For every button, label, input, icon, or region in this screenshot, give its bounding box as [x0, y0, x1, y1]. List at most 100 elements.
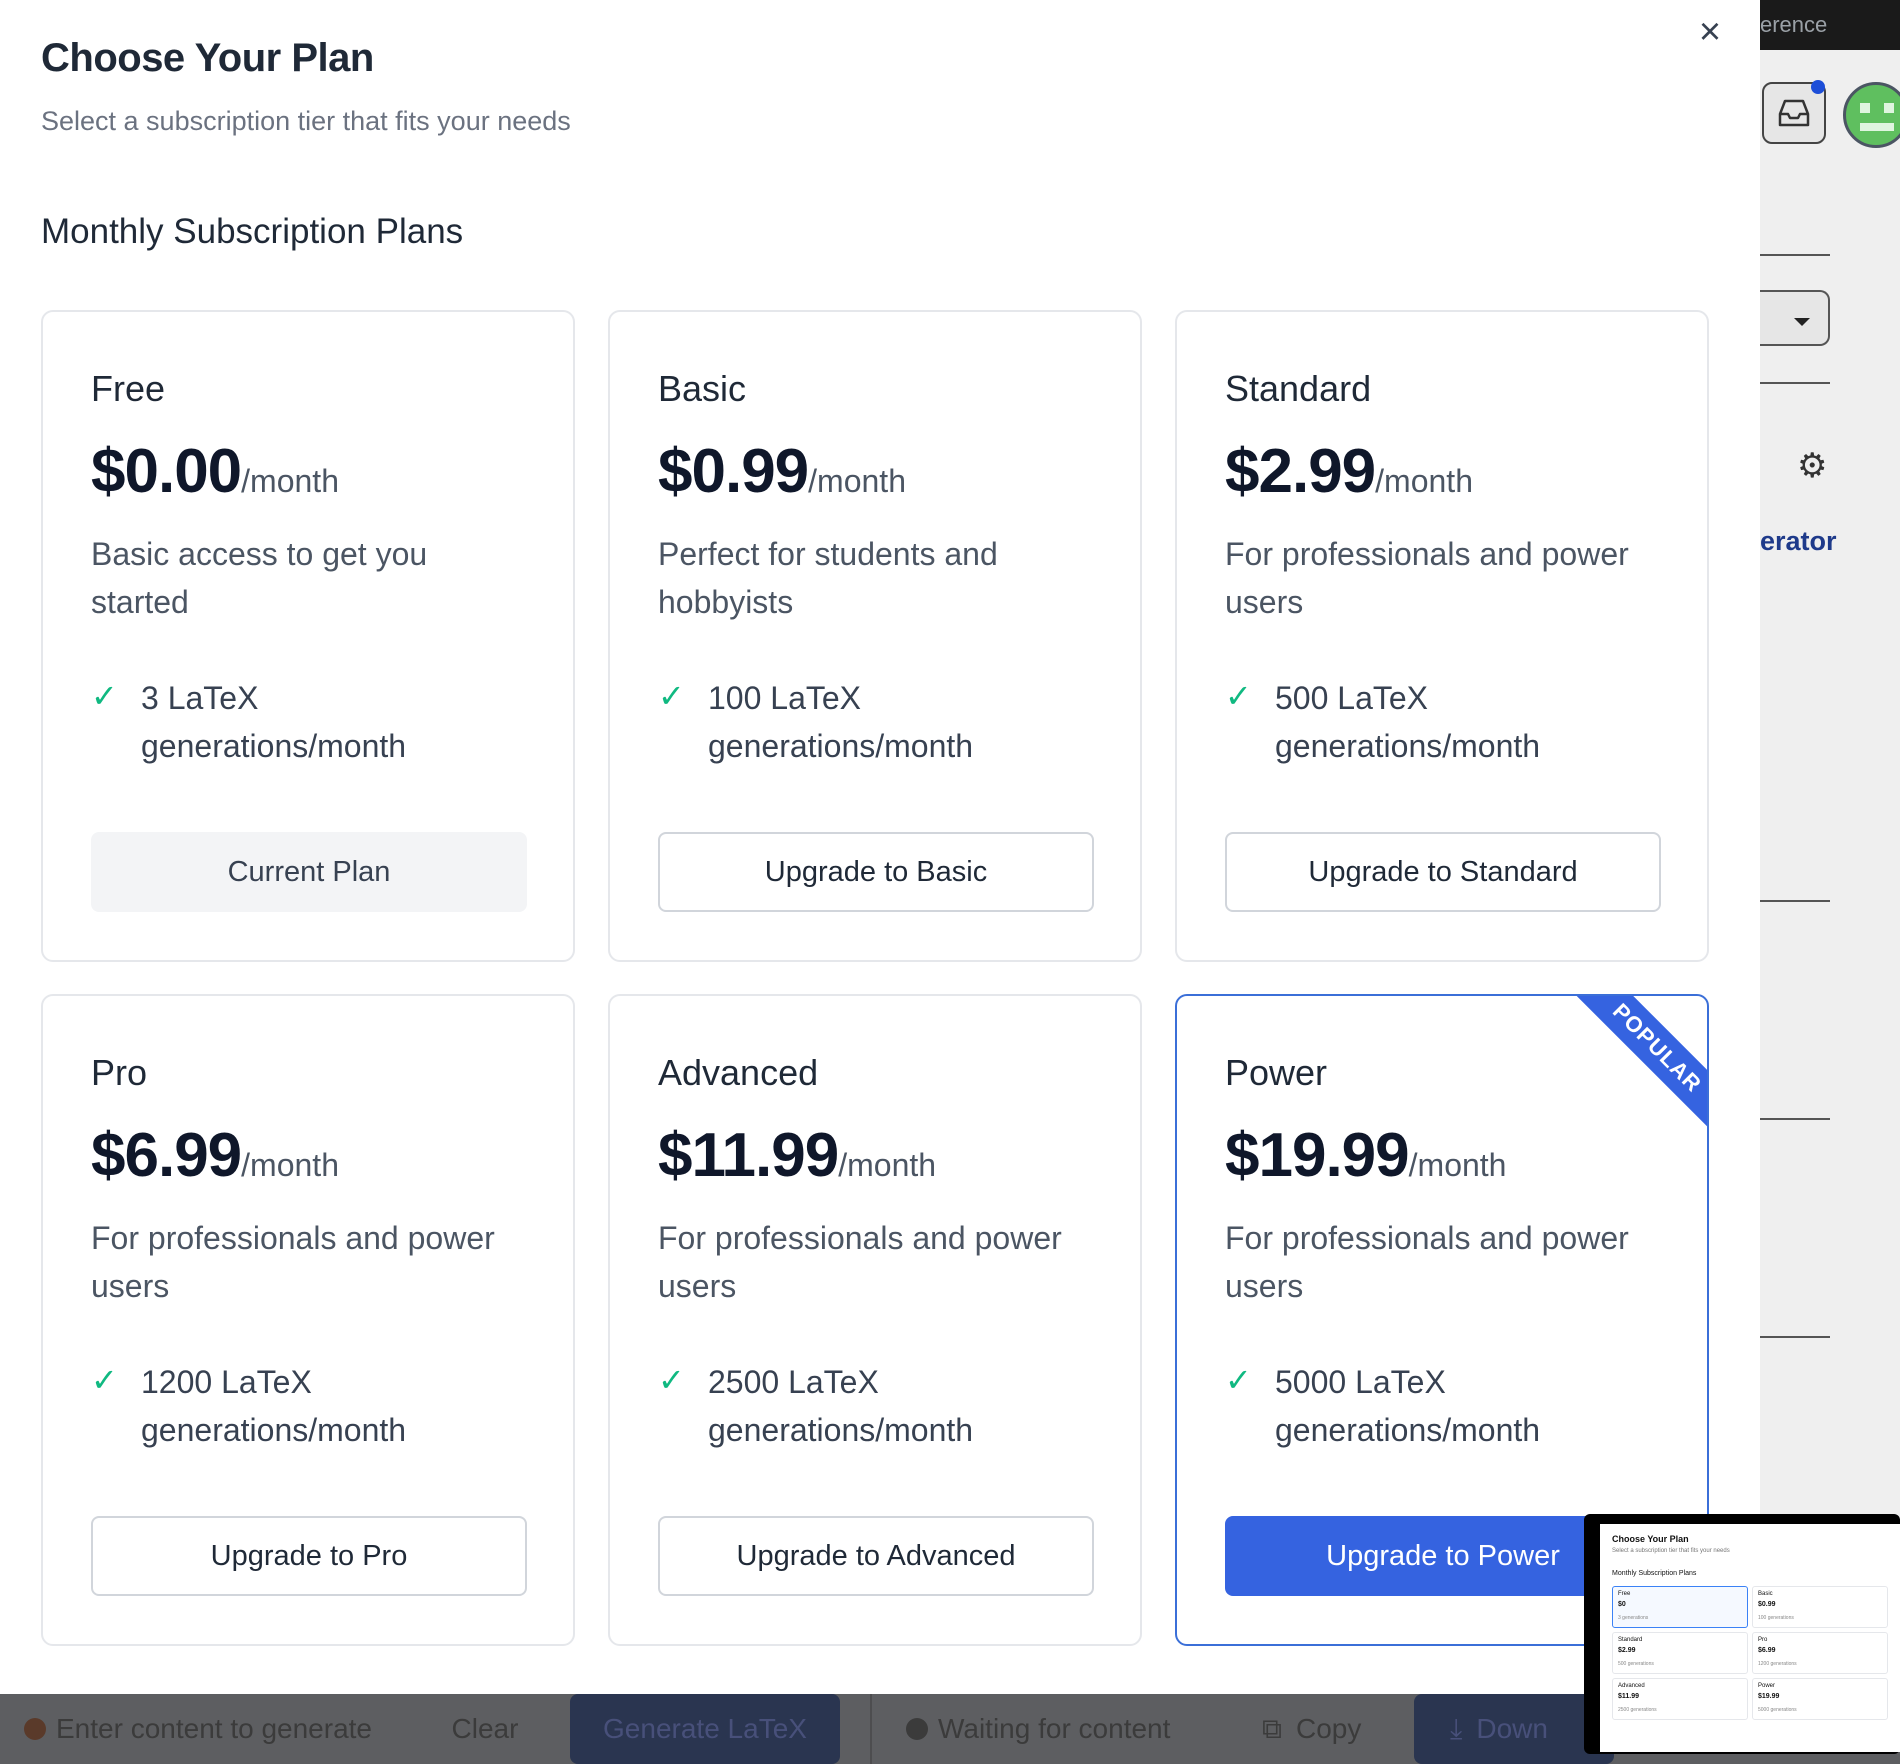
plan-description: Basic access to get you started — [91, 536, 428, 620]
status-output-row: Waiting for content — [906, 1694, 1170, 1764]
thumbnail-card-price: $0 — [1618, 1601, 1626, 1608]
divider — [1760, 900, 1830, 902]
thumbnail-section: Monthly Subscription Plans — [1612, 1570, 1697, 1577]
thumbnail-card: Free $0 3 generations — [1612, 1586, 1748, 1628]
plan-card-advanced: Advanced $11.99/month For professionals … — [608, 994, 1142, 1646]
thumbnail-card-name: Advanced — [1618, 1683, 1645, 1689]
upgrade-basic-button[interactable]: Upgrade to Basic — [658, 832, 1094, 912]
price-amount: $2.99 — [1225, 437, 1376, 506]
price-amount: $19.99 — [1225, 1121, 1410, 1190]
dropdown-toggle[interactable] — [1760, 290, 1830, 346]
thumbnail-card-gens: 5000 generations — [1758, 1707, 1797, 1713]
divider — [1760, 1118, 1830, 1120]
upgrade-standard-button[interactable]: Upgrade to Standard — [1225, 832, 1661, 912]
thumbnail-card-gens: 100 generations — [1758, 1615, 1794, 1621]
status-dot-icon — [906, 1718, 928, 1740]
plan-price: $0.00/month — [91, 436, 339, 507]
check-icon: ✓ — [91, 678, 118, 714]
close-icon[interactable]: × — [1692, 13, 1728, 51]
divider — [1760, 254, 1830, 256]
feature-text: 100 LaTeX generations/month — [708, 680, 974, 764]
plan-card-standard: Standard $2.99/month For professionals a… — [1175, 310, 1709, 962]
price-period: /month — [1375, 463, 1473, 499]
plan-name: Advanced — [658, 1052, 819, 1093]
plan-card-basic: Basic $0.99/month Perfect for students a… — [608, 310, 1142, 962]
thumbnail-card-name: Standard — [1618, 1637, 1643, 1643]
price-period: /month — [1408, 1147, 1507, 1183]
plan-feature: ✓ 5000 LaTeX generations/month — [1225, 1358, 1655, 1454]
price-amount: $0.00 — [91, 437, 242, 506]
copy-icon: ⧉ — [1262, 1712, 1282, 1744]
plan-feature: ✓ 3 LaTeX generations/month — [91, 674, 521, 770]
thumbnail-card-gens: 1200 generations — [1758, 1661, 1797, 1667]
download-icon: ⤓ — [1450, 1712, 1463, 1744]
plan-feature: ✓ 2500 LaTeX generations/month — [658, 1358, 1088, 1454]
check-icon: ✓ — [658, 678, 685, 714]
feature-text: 1200 LaTeX generations/month — [141, 1364, 407, 1448]
thumbnail-title: Choose Your Plan — [1612, 1534, 1689, 1544]
check-icon: ✓ — [1225, 1362, 1252, 1398]
plan-card-pro: Pro $6.99/month For professionals and po… — [41, 994, 575, 1646]
price-amount: $0.99 — [658, 437, 809, 506]
avatar[interactable] — [1843, 82, 1900, 148]
modal-title: Choose Your Plan — [41, 36, 374, 80]
status-input-row: Enter content to generate — [24, 1694, 372, 1764]
gear-icon[interactable]: ⚙ — [1797, 446, 1827, 486]
thumbnail-card-name: Basic — [1758, 1591, 1773, 1597]
thumbnail-card-name: Power — [1758, 1683, 1776, 1689]
price-period: /month — [838, 1147, 937, 1183]
thumbnail-card-price: $19.99 — [1758, 1693, 1780, 1700]
price-period: /month — [241, 463, 339, 499]
plan-feature: ✓ 1200 LaTeX generations/month — [91, 1358, 521, 1454]
thumbnail-card-gens: 2500 generations — [1618, 1707, 1657, 1713]
divider — [870, 1694, 872, 1764]
feature-text: 5000 LaTeX generations/month — [1275, 1364, 1541, 1448]
plan-name: Power — [1225, 1052, 1328, 1093]
thumbnail-card-name: Free — [1618, 1591, 1631, 1597]
plan-name: Basic — [658, 368, 747, 409]
check-icon: ✓ — [91, 1362, 118, 1398]
thumbnail-card-price: $2.99 — [1618, 1647, 1636, 1654]
background-topbar-text: erence — [1760, 12, 1828, 37]
thumbnail-subtitle: Select a subscription tier that fits you… — [1612, 1548, 1730, 1554]
status-dot-icon — [24, 1718, 46, 1740]
thumbnail-card: Standard $2.99 500 generations — [1612, 1632, 1748, 1674]
background-topbar: erence — [1760, 0, 1900, 50]
popular-badge: POPULAR — [1558, 996, 1707, 1147]
download-button-label: Down — [1476, 1713, 1548, 1744]
notification-dot — [1811, 80, 1825, 94]
price-amount: $6.99 — [91, 1121, 242, 1190]
divider — [1760, 1336, 1830, 1338]
plan-description: For professionals and power users — [1225, 1220, 1629, 1304]
plan-price: $6.99/month — [91, 1120, 339, 1191]
feature-text: 3 LaTeX generations/month — [141, 680, 407, 764]
choose-plan-modal: × Choose Your Plan Select a subscription… — [0, 0, 1760, 1694]
plan-price: $2.99/month — [1225, 436, 1473, 507]
thumbnail-card-gens: 500 generations — [1618, 1661, 1654, 1667]
plan-price: $0.99/month — [658, 436, 906, 507]
copy-button[interactable]: ⧉ Copy — [1262, 1694, 1361, 1764]
plan-name: Free — [91, 368, 166, 409]
background-link[interactable]: erator — [1760, 526, 1837, 557]
plan-price: $19.99/month — [1225, 1120, 1506, 1191]
plan-name: Pro — [91, 1052, 148, 1093]
upgrade-advanced-button[interactable]: Upgrade to Advanced — [658, 1516, 1094, 1596]
section-title: Monthly Subscription Plans — [41, 212, 464, 251]
current-plan-button[interactable]: Current Plan — [91, 832, 527, 912]
generate-latex-button[interactable]: Generate LaTeX — [570, 1694, 840, 1764]
feature-text: 500 LaTeX generations/month — [1275, 680, 1541, 764]
clear-button[interactable]: Clear — [418, 1694, 552, 1764]
check-icon: ✓ — [658, 1362, 685, 1398]
check-icon: ✓ — [1225, 678, 1252, 714]
modal-subtitle: Select a subscription tier that fits you… — [41, 106, 571, 136]
clear-button-label: Clear — [451, 1713, 519, 1744]
thumbnail-card: Pro $6.99 1200 generations — [1752, 1632, 1888, 1674]
thumbnail-card: Power $19.99 5000 generations — [1752, 1678, 1888, 1720]
plan-price: $11.99/month — [658, 1120, 936, 1191]
upgrade-pro-button[interactable]: Upgrade to Pro — [91, 1516, 527, 1596]
plan-description: For professionals and power users — [1225, 536, 1629, 620]
plan-name: Standard — [1225, 368, 1372, 409]
thumbnail-content: Choose Your Plan Select a subscription t… — [1600, 1524, 1900, 1752]
copy-button-label: Copy — [1296, 1713, 1362, 1744]
screenshot-thumbnail[interactable]: Choose Your Plan Select a subscription t… — [1584, 1514, 1900, 1754]
